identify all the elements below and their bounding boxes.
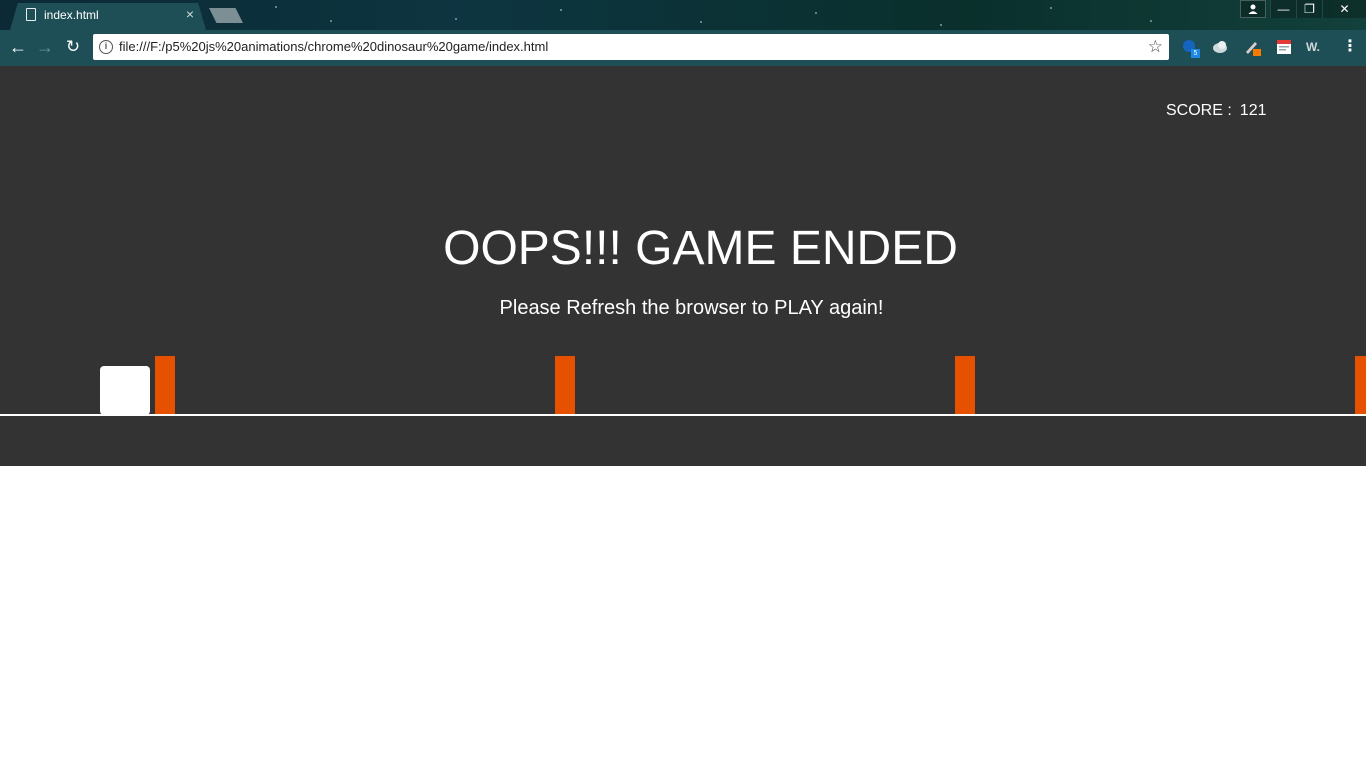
window-controls: — ❐ ✕ bbox=[1240, 0, 1366, 18]
reload-button[interactable]: ↻ bbox=[63, 37, 83, 57]
back-button[interactable]: ← bbox=[8, 37, 28, 57]
extension-badge: 5 bbox=[1191, 49, 1200, 58]
extension-w-icon[interactable]: W. bbox=[1306, 38, 1324, 56]
page-icon bbox=[26, 8, 36, 21]
game-over-title: OOPS!!! GAME ENDED bbox=[443, 222, 958, 275]
score-label: SCORE : bbox=[1166, 102, 1232, 119]
menu-icon[interactable]: ⋮ bbox=[1342, 37, 1358, 57]
browser-toolbar: ← → ↻ i file:///F:/p5%20js%20animations/… bbox=[0, 30, 1366, 66]
obstacle bbox=[955, 356, 975, 415]
obstacle bbox=[155, 356, 175, 415]
player-block bbox=[100, 366, 150, 415]
window-titlebar: index.html × — ❐ ✕ bbox=[0, 0, 1366, 30]
score-display: SCORE : 121 bbox=[1166, 102, 1267, 120]
url-text[interactable]: file:///F:/p5%20js%20animations/chrome%2… bbox=[119, 39, 548, 54]
obstacle bbox=[555, 356, 575, 415]
tab-index-html[interactable] bbox=[10, 3, 206, 30]
minimize-button[interactable]: — bbox=[1270, 0, 1296, 18]
page-blank-area bbox=[0, 466, 1366, 768]
profile-icon[interactable] bbox=[1240, 0, 1266, 18]
score-value: 121 bbox=[1239, 102, 1267, 119]
extension-cloud-icon[interactable] bbox=[1211, 38, 1229, 56]
close-window-button[interactable]: ✕ bbox=[1322, 0, 1366, 18]
address-bar[interactable]: i file:///F:/p5%20js%20animations/chrome… bbox=[93, 34, 1169, 60]
ground-line bbox=[0, 414, 1366, 416]
extension-notes-icon[interactable] bbox=[1275, 38, 1293, 56]
new-tab-button[interactable] bbox=[209, 8, 243, 23]
extension-pen-icon[interactable] bbox=[1243, 38, 1261, 56]
tab-close-icon[interactable]: × bbox=[183, 6, 197, 22]
info-icon[interactable]: i bbox=[99, 40, 113, 54]
extension-blue-icon[interactable]: 5 bbox=[1181, 38, 1200, 58]
restore-button[interactable]: ❐ bbox=[1296, 0, 1322, 18]
forward-button[interactable]: → bbox=[35, 37, 55, 57]
obstacle bbox=[1355, 356, 1366, 415]
game-canvas[interactable]: SCORE : 121 OOPS!!! GAME ENDED Please Ref… bbox=[0, 66, 1366, 466]
bookmark-star-icon[interactable]: ☆ bbox=[1148, 37, 1163, 57]
game-over-subtitle: Please Refresh the browser to PLAY again… bbox=[499, 297, 884, 319]
tab-title: index.html bbox=[44, 8, 99, 22]
